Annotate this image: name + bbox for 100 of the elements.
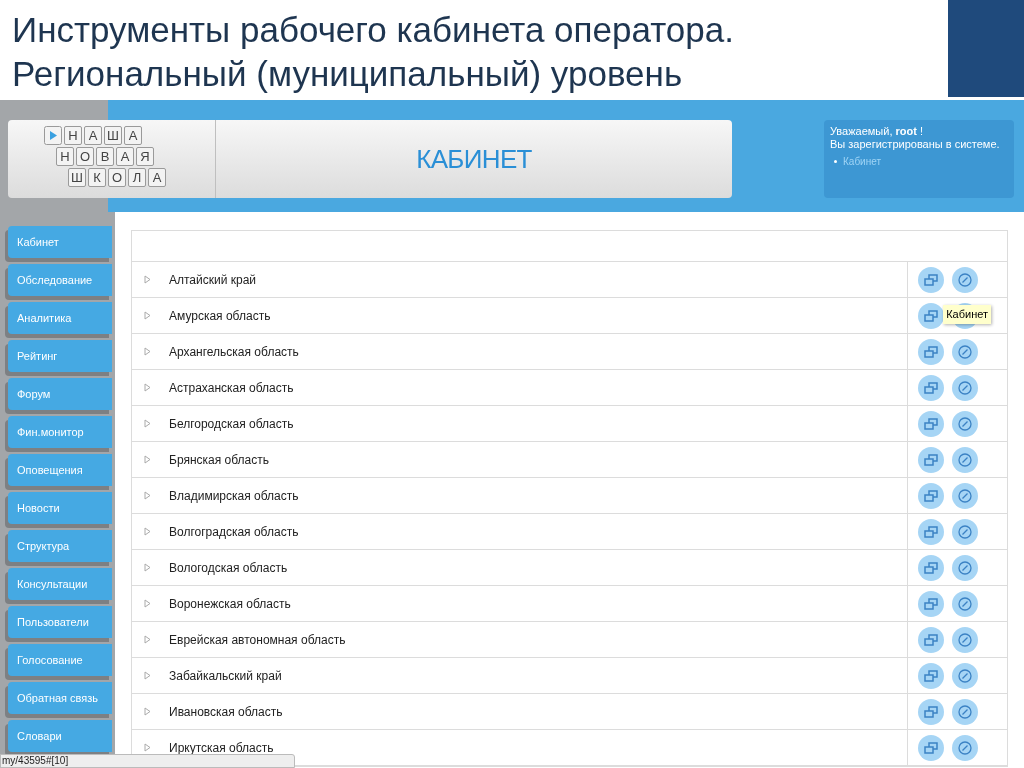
- expand-icon[interactable]: [144, 491, 151, 500]
- windows-icon: [924, 561, 938, 574]
- navigate-button[interactable]: [952, 518, 978, 545]
- compass-icon: [958, 452, 972, 467]
- region-name: Иркутская область: [169, 739, 274, 757]
- open-window-button[interactable]: [918, 482, 944, 509]
- open-window-button[interactable]: [918, 518, 944, 545]
- expand-icon[interactable]: [144, 275, 151, 284]
- compass-icon: [958, 380, 972, 395]
- navigate-button[interactable]: [952, 410, 978, 437]
- expand-icon[interactable]: [144, 419, 151, 428]
- windows-icon: [924, 705, 938, 718]
- cabinet-link[interactable]: Кабинет: [843, 154, 882, 169]
- navigate-button[interactable]: [952, 374, 978, 401]
- windows-icon: [924, 669, 938, 682]
- navigate-button[interactable]: [952, 590, 978, 617]
- region-name: Белгородская область: [169, 415, 294, 433]
- page-heading: КАБИНЕТ: [416, 142, 532, 176]
- compass-icon: [958, 344, 972, 359]
- compass-icon: [958, 416, 972, 431]
- navigate-button[interactable]: [952, 698, 978, 725]
- navigate-button[interactable]: [952, 626, 978, 653]
- navigate-button[interactable]: [952, 734, 978, 761]
- compass-icon: [958, 632, 972, 647]
- windows-icon: [924, 489, 938, 502]
- expand-icon[interactable]: [144, 707, 151, 716]
- region-name: Ивановская область: [169, 703, 283, 721]
- open-window-button[interactable]: [918, 446, 944, 473]
- region-name: Вологодская область: [169, 559, 288, 577]
- expand-icon[interactable]: [144, 383, 151, 392]
- bullet-icon: [834, 160, 837, 163]
- expand-icon[interactable]: [144, 635, 151, 644]
- windows-icon: [924, 417, 938, 430]
- windows-icon: [924, 453, 938, 466]
- region-name: Архангельская область: [169, 343, 299, 361]
- windows-icon: [924, 741, 938, 754]
- navigate-button[interactable]: [952, 662, 978, 689]
- logo-letter: В: [96, 147, 114, 166]
- region-name: Алтайский край: [169, 271, 257, 289]
- region-name: Астраханская область: [169, 379, 294, 397]
- expand-icon[interactable]: [144, 743, 151, 752]
- open-window-button[interactable]: [918, 662, 944, 689]
- compass-icon: [958, 524, 972, 539]
- expand-icon[interactable]: [144, 671, 151, 680]
- expand-icon[interactable]: [144, 455, 151, 464]
- windows-icon: [924, 345, 938, 358]
- navigate-button[interactable]: [952, 338, 978, 365]
- windows-icon: [924, 525, 938, 538]
- open-window-button[interactable]: [918, 410, 944, 437]
- open-window-button[interactable]: [918, 338, 944, 365]
- open-window-button[interactable]: [918, 698, 944, 725]
- region-name: Владимирская область: [169, 487, 299, 505]
- logo-letter: Ш: [104, 126, 122, 145]
- slide-title: Инструменты рабочего кабинета оператора.: [12, 9, 735, 51]
- region-name: Воронежская область: [169, 595, 291, 613]
- region-name: Брянская область: [169, 451, 269, 469]
- compass-icon: [958, 488, 972, 503]
- compass-icon: [958, 740, 972, 755]
- logo-letter: Я: [136, 147, 154, 166]
- logo-letter: Н: [56, 147, 74, 166]
- url-tooltip: my/43595#[10]: [0, 754, 295, 768]
- region-name: Еврейская автономная область: [169, 631, 346, 649]
- navigate-button[interactable]: [952, 554, 978, 581]
- compass-icon: [958, 704, 972, 719]
- navigate-button[interactable]: [952, 482, 978, 509]
- open-window-button[interactable]: [918, 266, 944, 293]
- slide-title: Региональный (муниципальный) уровень: [12, 53, 684, 95]
- expand-icon[interactable]: [144, 311, 151, 320]
- open-window-button[interactable]: [918, 554, 944, 581]
- navigate-button[interactable]: [952, 446, 978, 473]
- expand-icon[interactable]: [144, 527, 151, 536]
- open-window-button[interactable]: [918, 374, 944, 401]
- region-name: Забайкальский край: [169, 667, 282, 685]
- logo-letter: А: [148, 168, 166, 187]
- region-name: Амурская область: [169, 307, 271, 325]
- open-window-button[interactable]: [918, 734, 944, 761]
- expand-icon[interactable]: [144, 599, 151, 608]
- compass-icon: [958, 560, 972, 575]
- logo-letter: А: [84, 126, 102, 145]
- compass-icon: [958, 272, 972, 287]
- expand-icon[interactable]: [144, 563, 151, 572]
- compass-icon: [958, 668, 972, 683]
- sidebar-item[interactable]: Словари: [8, 720, 112, 752]
- logo-letter: Ш: [68, 168, 86, 187]
- open-window-button[interactable]: [918, 626, 944, 653]
- windows-icon: [924, 597, 938, 610]
- expand-icon[interactable]: [144, 347, 151, 356]
- logo-letter: Л: [128, 168, 146, 187]
- windows-icon: [924, 633, 938, 646]
- logo-letter: О: [108, 168, 126, 187]
- tooltip: Кабинет: [943, 305, 991, 324]
- open-window-button[interactable]: [918, 590, 944, 617]
- windows-icon: [924, 273, 938, 286]
- windows-icon: [924, 381, 938, 394]
- navigate-button[interactable]: [952, 266, 978, 293]
- logo-letter: А: [124, 126, 142, 145]
- logo-letter: О: [76, 147, 94, 166]
- greeting-text: Уважаемый, root !: [830, 125, 924, 138]
- compass-icon: [958, 596, 972, 611]
- open-window-button[interactable]: [918, 302, 944, 329]
